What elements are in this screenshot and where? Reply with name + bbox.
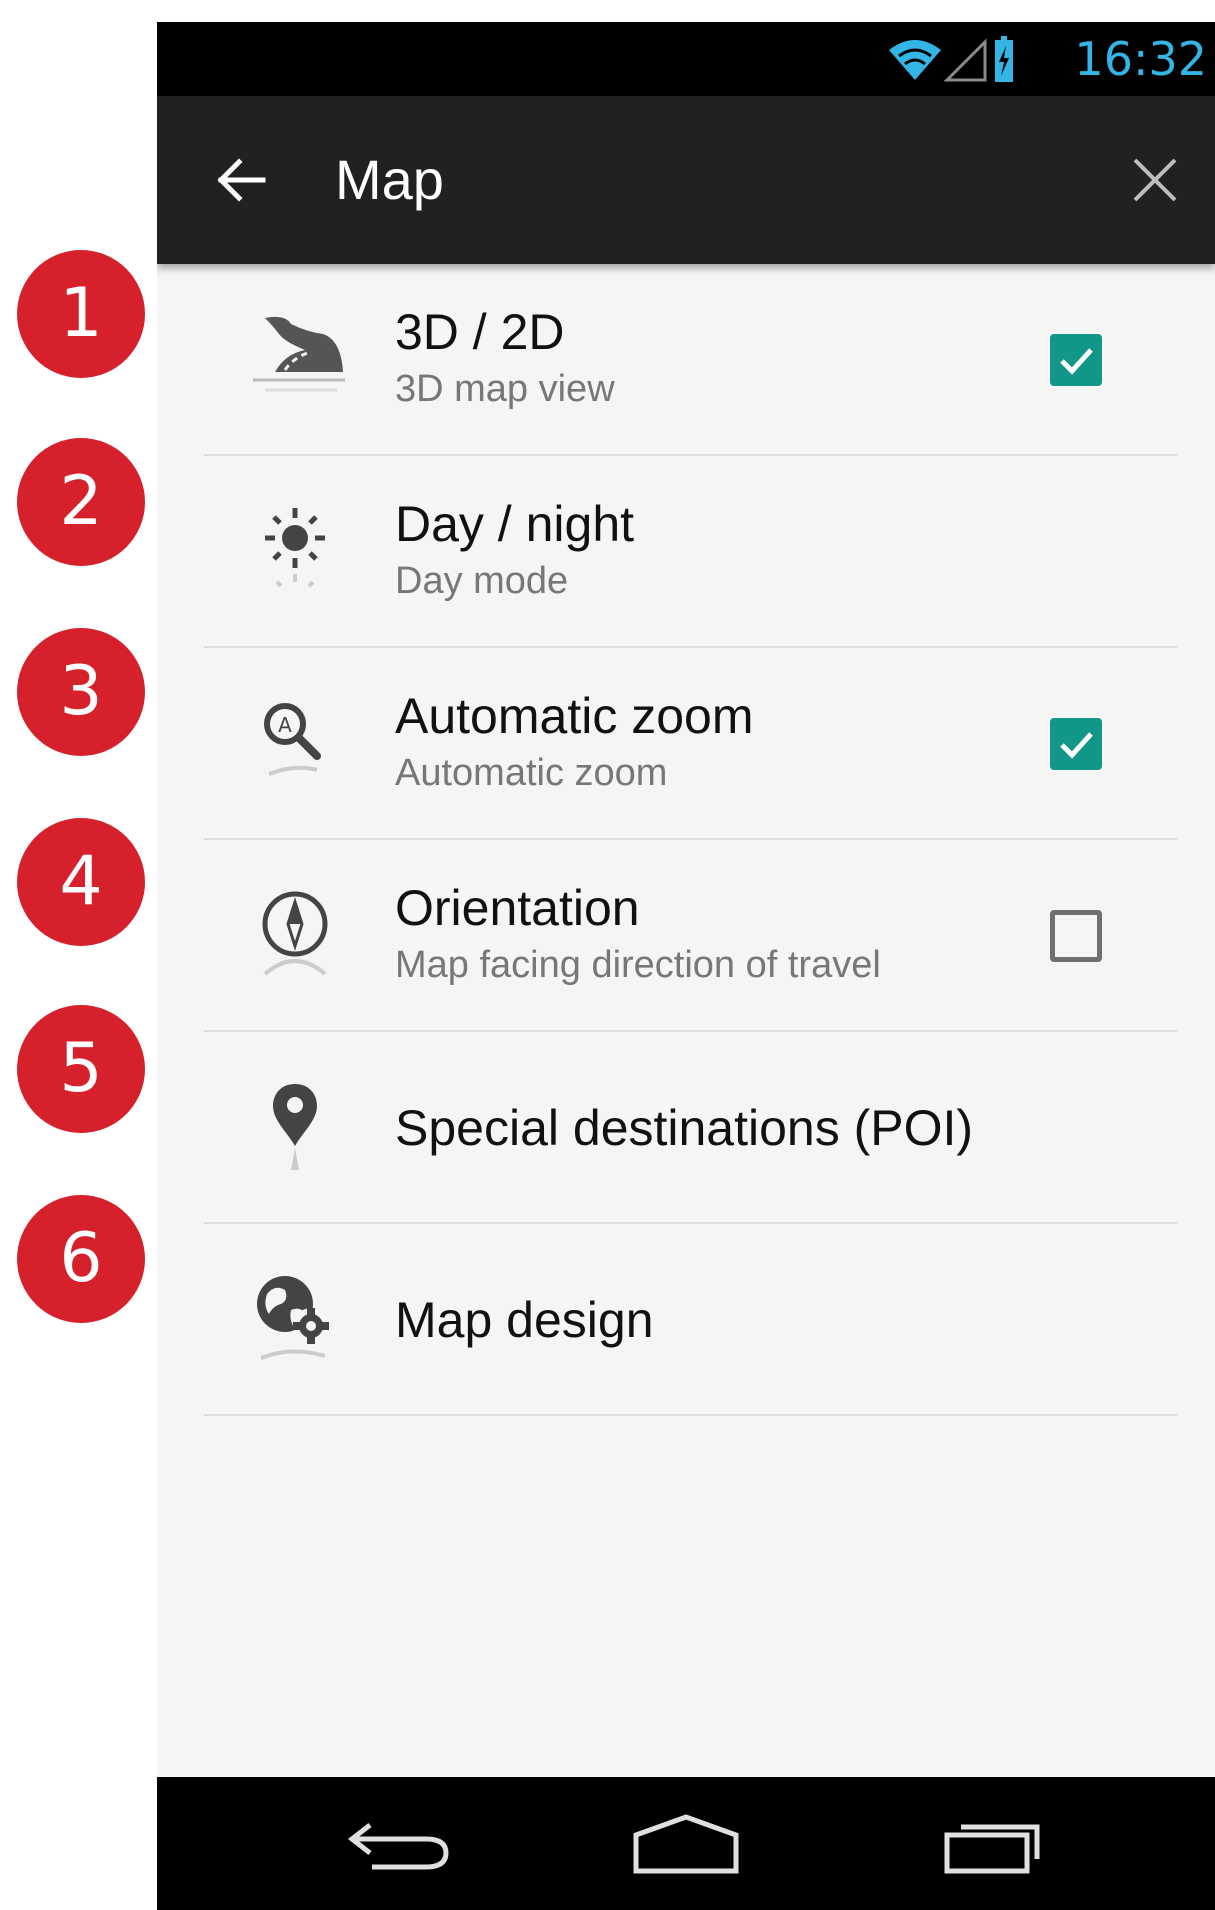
setting-subtitle: Day mode xyxy=(395,560,569,602)
setting-row-day-night[interactable]: Day / night Day mode xyxy=(157,456,1215,648)
checkbox-checked[interactable] xyxy=(1050,718,1102,770)
callout-badge-3: 3 xyxy=(17,628,145,756)
setting-title: Special destinations (POI) xyxy=(395,1100,974,1156)
app-bar: Map xyxy=(157,96,1215,264)
recent-apps-icon[interactable] xyxy=(937,1811,1057,1877)
home-nav-icon[interactable] xyxy=(626,1811,746,1877)
callout-badge-2: 2 xyxy=(17,438,145,566)
checkbox-unchecked[interactable] xyxy=(1050,910,1102,962)
phone-screen: 16:32 Map 3D / 2D 3D map view Day / nigh… xyxy=(157,22,1215,1910)
status-bar: 16:32 xyxy=(157,22,1215,96)
setting-subtitle: Map facing direction of travel xyxy=(395,944,881,986)
compass-icon xyxy=(262,891,328,976)
cell-signal-icon xyxy=(943,38,987,82)
settings-list: 3D / 2D 3D map view Day / night Day mode… xyxy=(157,264,1215,1416)
checkbox-checked[interactable] xyxy=(1050,334,1102,386)
setting-row-orientation[interactable]: Orientation Map facing direction of trav… xyxy=(157,840,1215,1032)
screenshot-canvas: 1 2 3 4 5 6 16:32 Map 3D / 2D 3D map vie… xyxy=(0,0,1215,1910)
wifi-icon xyxy=(889,40,941,80)
page-title: Map xyxy=(335,148,444,211)
setting-subtitle: Automatic zoom xyxy=(395,752,668,794)
divider xyxy=(204,1414,1177,1416)
zoom-auto-icon: A xyxy=(264,703,321,776)
setting-title: 3D / 2D xyxy=(395,304,565,360)
globe-gear-icon xyxy=(257,1276,329,1360)
svg-text:A: A xyxy=(278,713,292,737)
setting-title: Day / night xyxy=(395,496,635,552)
callout-badge-1: 1 xyxy=(17,250,145,378)
setting-row-3d-2d[interactable]: 3D / 2D 3D map view xyxy=(157,264,1215,456)
navigation-bar xyxy=(157,1777,1215,1910)
setting-row-automatic-zoom[interactable]: A Automatic zoom Automatic zoom xyxy=(157,648,1215,840)
setting-subtitle: 3D map view xyxy=(395,368,615,410)
callout-badge-5: 5 xyxy=(17,1005,145,1133)
checkmark-icon xyxy=(1060,732,1093,759)
callout-badge-6: 6 xyxy=(17,1195,145,1323)
checkmark-icon xyxy=(1060,348,1093,375)
setting-row-map-design[interactable]: Map design xyxy=(157,1224,1215,1416)
setting-title: Orientation xyxy=(395,880,640,936)
sun-icon xyxy=(265,508,325,588)
close-icon[interactable] xyxy=(1133,158,1177,202)
battery-charging-icon xyxy=(995,36,1013,82)
status-icons xyxy=(889,36,1013,82)
setting-title: Automatic zoom xyxy=(395,688,754,744)
arrow-left-icon[interactable] xyxy=(213,152,269,208)
callout-badge-4: 4 xyxy=(17,818,145,946)
setting-title: Map design xyxy=(395,1292,654,1348)
road-3d-icon xyxy=(253,316,345,392)
map-pin-icon xyxy=(273,1084,317,1170)
setting-row-poi[interactable]: Special destinations (POI) xyxy=(157,1032,1215,1224)
back-nav-icon[interactable] xyxy=(342,1811,462,1877)
status-time: 16:32 xyxy=(1074,32,1207,86)
